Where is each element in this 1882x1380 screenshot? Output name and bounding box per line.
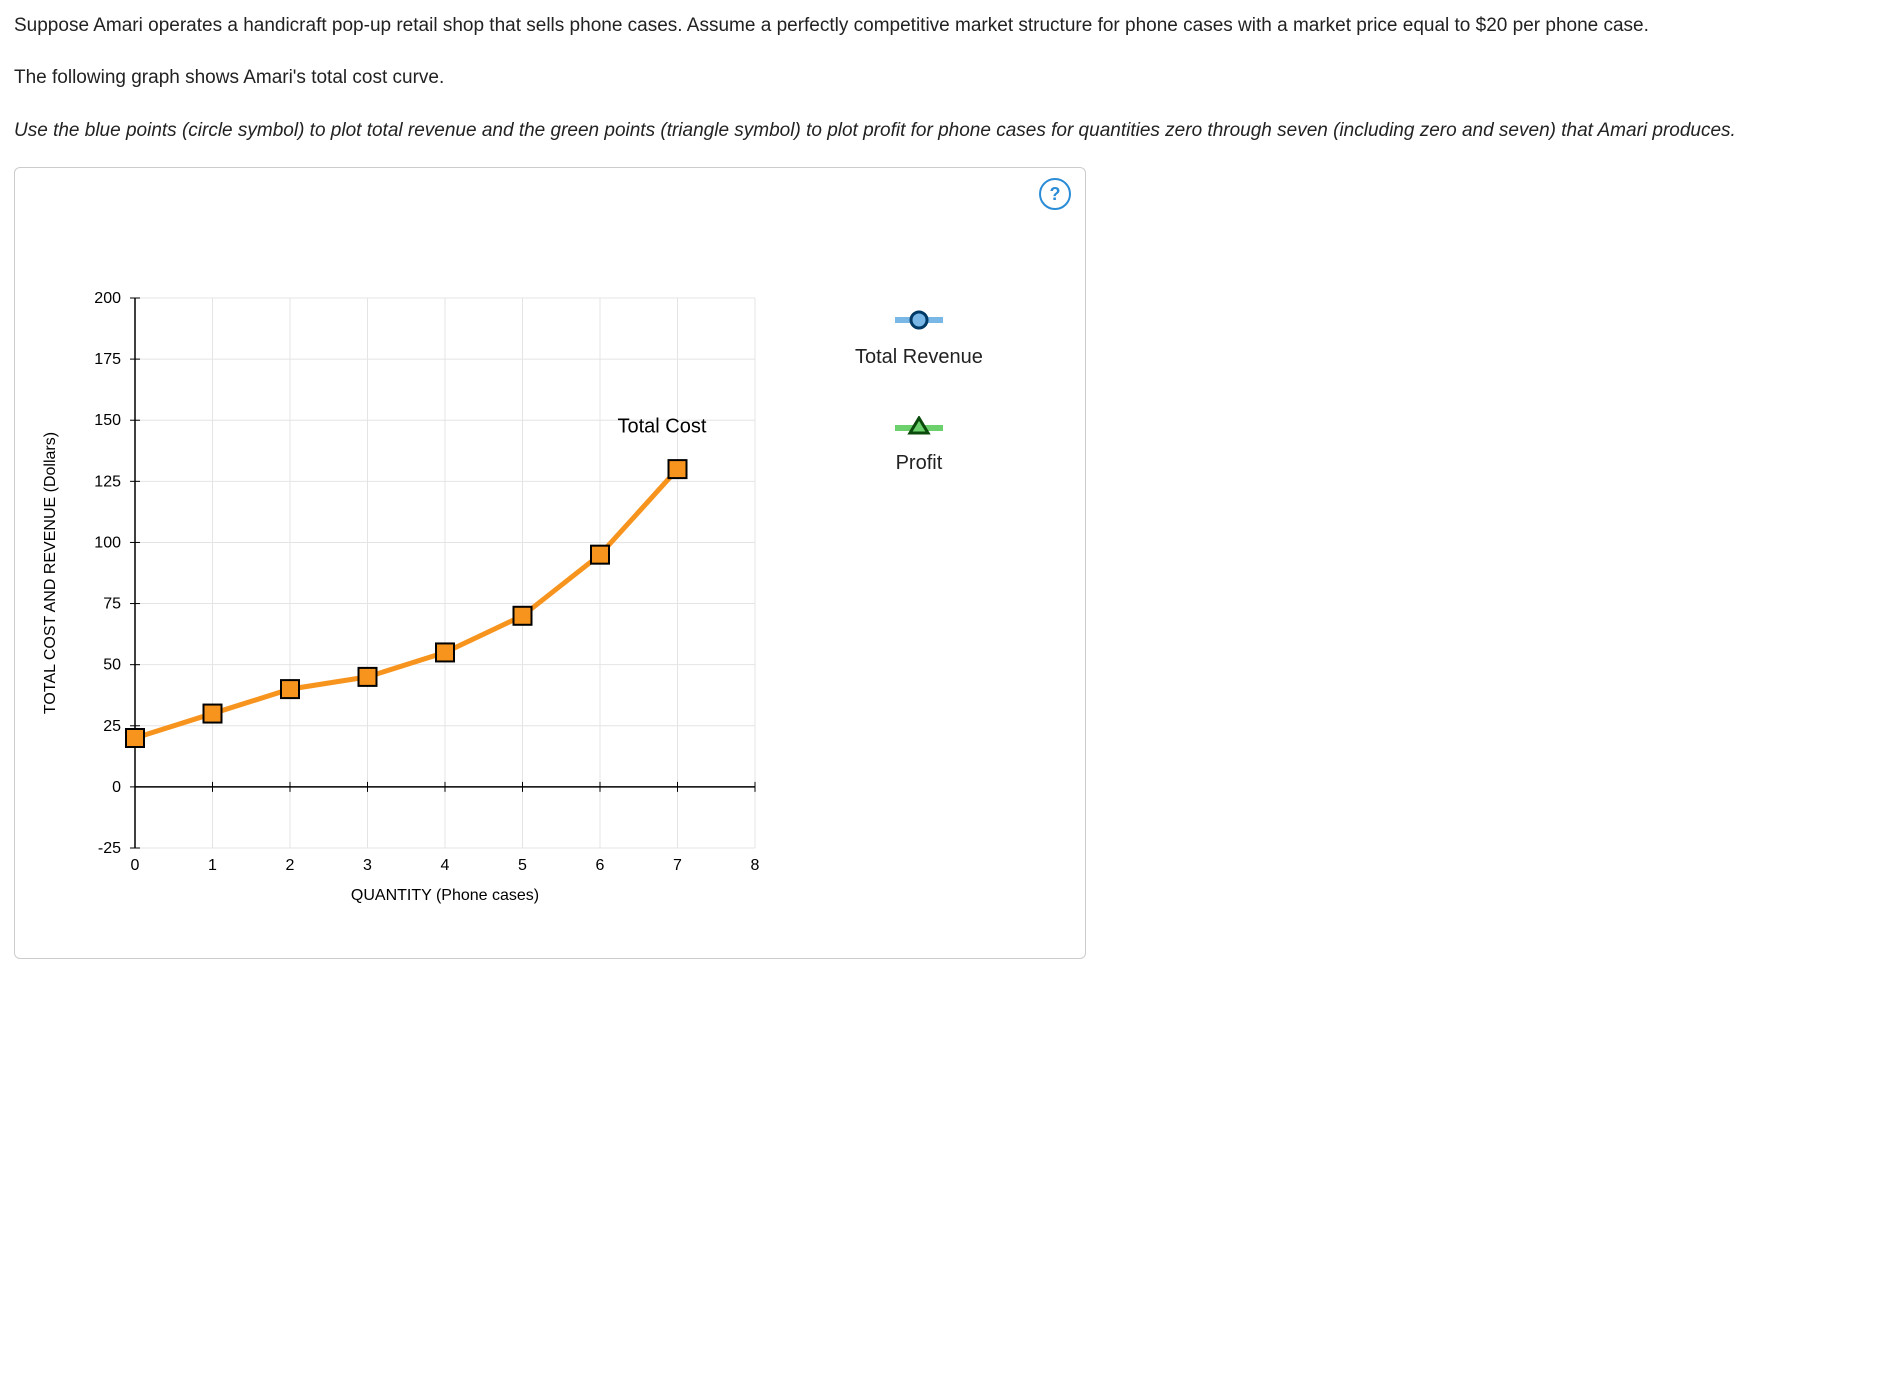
- instruction-para: Use the blue points (circle symbol) to p…: [14, 115, 1868, 147]
- svg-text:7: 7: [673, 857, 682, 874]
- svg-text:5: 5: [518, 857, 527, 874]
- svg-text:TOTAL COST AND REVENUE (Dollar: TOTAL COST AND REVENUE (Dollars): [42, 432, 59, 714]
- svg-text:3: 3: [363, 857, 372, 874]
- svg-text:1: 1: [208, 857, 217, 874]
- svg-text:2: 2: [286, 857, 295, 874]
- cost-revenue-chart[interactable]: 0 1 2 3 4 5 6 7 8 -25 0 25 50 75 100 125 150 175 200 QUANTI…: [25, 288, 785, 928]
- svg-text:0: 0: [112, 779, 121, 796]
- svg-text:75: 75: [103, 595, 121, 612]
- svg-text:Total Cost: Total Cost: [618, 415, 707, 437]
- legend-profit[interactable]: Profit: [855, 414, 983, 480]
- intro-para-2: The following graph shows Amari's total …: [14, 62, 1868, 94]
- svg-text:50: 50: [103, 657, 121, 674]
- svg-text:8: 8: [751, 857, 760, 874]
- triangle-icon: [889, 414, 949, 438]
- circle-icon: [889, 308, 949, 332]
- chart-legend: Total Revenue Profit: [855, 308, 983, 520]
- svg-text:-25: -25: [98, 840, 121, 857]
- svg-text:25: 25: [103, 718, 121, 735]
- svg-text:QUANTITY (Phone cases): QUANTITY (Phone cases): [351, 887, 539, 904]
- intro-para-1: Suppose Amari operates a handicraft pop-…: [14, 10, 1868, 42]
- svg-text:4: 4: [441, 857, 450, 874]
- legend-profit-label: Profit: [896, 446, 943, 480]
- legend-total-revenue[interactable]: Total Revenue: [855, 308, 983, 374]
- graph-panel: ? 0 1 2 3 4 5 6 7 8 -25 0 25 50 75 100 125 150 175 200 QUAN…: [14, 167, 1086, 959]
- svg-text:125: 125: [94, 473, 121, 490]
- svg-text:175: 175: [94, 351, 121, 368]
- svg-text:0: 0: [131, 857, 140, 874]
- svg-text:100: 100: [94, 534, 121, 551]
- svg-text:200: 200: [94, 290, 121, 307]
- svg-text:150: 150: [94, 412, 121, 429]
- legend-tr-label: Total Revenue: [855, 340, 983, 374]
- help-button[interactable]: ?: [1039, 178, 1071, 210]
- svg-text:6: 6: [596, 857, 605, 874]
